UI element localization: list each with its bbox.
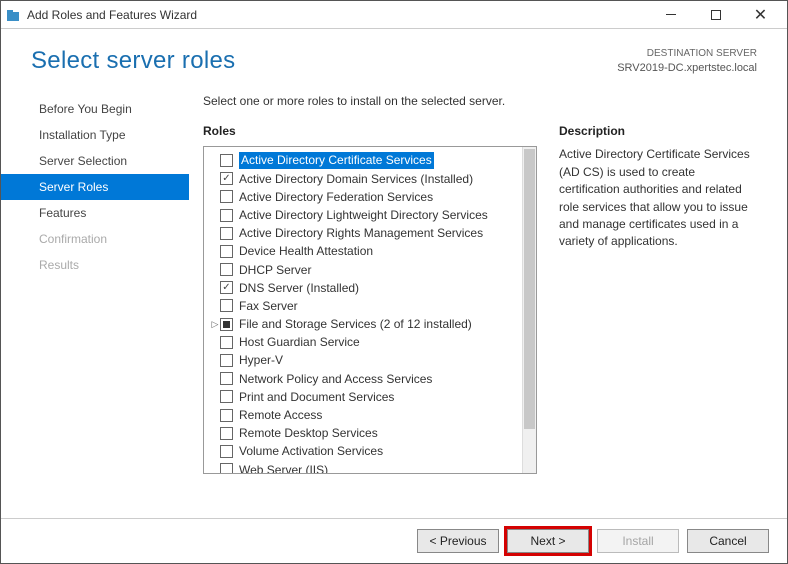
wizard-header: Select server roles DESTINATION SERVER S… [1, 29, 787, 86]
role-item[interactable]: Active Directory Federation Services [206, 188, 520, 206]
wizard-steps-sidebar: Before You BeginInstallation TypeServer … [1, 86, 189, 474]
role-checkbox[interactable] [220, 245, 233, 258]
role-label: DHCP Server [239, 262, 311, 278]
role-label: Remote Desktop Services [239, 425, 378, 441]
role-item[interactable]: Remote Desktop Services [206, 424, 520, 442]
wizard-step[interactable]: Installation Type [1, 122, 189, 148]
role-label: Fax Server [239, 298, 298, 314]
next-button[interactable]: Next > [507, 529, 589, 553]
expand-icon[interactable]: ▷ [210, 318, 220, 330]
role-label: Hyper-V [239, 352, 283, 368]
maximize-button[interactable] [693, 2, 738, 28]
roles-label: Roles [203, 124, 537, 138]
role-checkbox[interactable] [220, 281, 233, 294]
role-checkbox[interactable] [220, 154, 233, 167]
role-label: Network Policy and Access Services [239, 371, 432, 387]
role-label: Active Directory Rights Management Servi… [239, 225, 483, 241]
description-label: Description [559, 124, 757, 138]
destination-label: DESTINATION SERVER [617, 47, 757, 61]
role-item[interactable]: Fax Server [206, 297, 520, 315]
wizard-content: Select one or more roles to install on t… [189, 86, 787, 474]
role-checkbox[interactable] [220, 336, 233, 349]
role-checkbox[interactable] [220, 390, 233, 403]
scrollbar-thumb[interactable] [524, 149, 535, 429]
role-item[interactable]: DNS Server (Installed) [206, 279, 520, 297]
role-item[interactable]: Active Directory Rights Management Servi… [206, 224, 520, 242]
role-checkbox[interactable] [220, 318, 233, 331]
role-item[interactable]: Device Health Attestation [206, 242, 520, 260]
role-item[interactable]: Hyper-V [206, 351, 520, 369]
role-label: Remote Access [239, 407, 322, 423]
role-checkbox[interactable] [220, 209, 233, 222]
role-item[interactable]: Remote Access [206, 406, 520, 424]
wizard-footer: < Previous Next > Install Cancel [1, 518, 787, 563]
scrollbar[interactable] [522, 147, 536, 473]
role-checkbox[interactable] [220, 172, 233, 185]
role-item[interactable]: Host Guardian Service [206, 333, 520, 351]
role-item[interactable]: Web Server (IIS) [206, 461, 520, 474]
instruction-text: Select one or more roles to install on t… [203, 94, 757, 108]
role-item[interactable]: Print and Document Services [206, 388, 520, 406]
wizard-step: Confirmation [1, 226, 189, 252]
page-heading: Select server roles [31, 47, 235, 75]
role-label: DNS Server (Installed) [239, 280, 359, 296]
role-label: File and Storage Services (2 of 12 insta… [239, 316, 472, 332]
role-checkbox[interactable] [220, 227, 233, 240]
cancel-button[interactable]: Cancel [687, 529, 769, 553]
roles-listbox[interactable]: Active Directory Certificate Services Act… [203, 146, 537, 474]
window-controls: ✕ [648, 2, 783, 28]
role-label: Print and Document Services [239, 389, 394, 405]
role-checkbox[interactable] [220, 190, 233, 203]
wizard-step: Results [1, 252, 189, 278]
role-checkbox[interactable] [220, 372, 233, 385]
role-label: Web Server (IIS) [239, 462, 328, 474]
role-checkbox[interactable] [220, 263, 233, 276]
role-label: Volume Activation Services [239, 443, 383, 459]
wizard-step[interactable]: Before You Begin [1, 96, 189, 122]
role-item[interactable]: ▷ File and Storage Services (2 of 12 inst… [206, 315, 520, 333]
app-icon [5, 7, 21, 23]
window-title: Add Roles and Features Wizard [27, 8, 648, 22]
role-item[interactable]: Volume Activation Services [206, 442, 520, 460]
role-label: Device Health Attestation [239, 243, 373, 259]
role-label: Active Directory Lightweight Directory S… [239, 207, 488, 223]
destination-info: DESTINATION SERVER SRV2019-DC.xpertstec.… [617, 47, 757, 76]
role-checkbox[interactable] [220, 463, 233, 473]
role-item[interactable]: Active Directory Lightweight Directory S… [206, 206, 520, 224]
role-label: Host Guardian Service [239, 334, 360, 350]
title-bar: Add Roles and Features Wizard ✕ [1, 1, 787, 29]
role-label: Active Directory Domain Services (Instal… [239, 171, 473, 187]
role-checkbox[interactable] [220, 409, 233, 422]
role-item[interactable]: Active Directory Domain Services (Instal… [206, 170, 520, 188]
role-item[interactable]: Active Directory Certificate Services [206, 151, 520, 169]
close-button[interactable]: ✕ [738, 2, 783, 28]
role-label: Active Directory Certificate Services [239, 152, 434, 168]
wizard-step[interactable]: Server Roles [1, 174, 189, 200]
wizard-step[interactable]: Server Selection [1, 148, 189, 174]
wizard-step[interactable]: Features [1, 200, 189, 226]
role-checkbox[interactable] [220, 299, 233, 312]
destination-server: SRV2019-DC.xpertstec.local [617, 61, 757, 76]
install-button: Install [597, 529, 679, 553]
role-checkbox[interactable] [220, 445, 233, 458]
role-checkbox[interactable] [220, 354, 233, 367]
role-item[interactable]: DHCP Server [206, 261, 520, 279]
description-text: Active Directory Certificate Services (A… [559, 146, 757, 250]
minimize-button[interactable] [648, 2, 693, 28]
previous-button[interactable]: < Previous [417, 529, 499, 553]
role-label: Active Directory Federation Services [239, 189, 433, 205]
role-item[interactable]: Network Policy and Access Services [206, 370, 520, 388]
role-checkbox[interactable] [220, 427, 233, 440]
